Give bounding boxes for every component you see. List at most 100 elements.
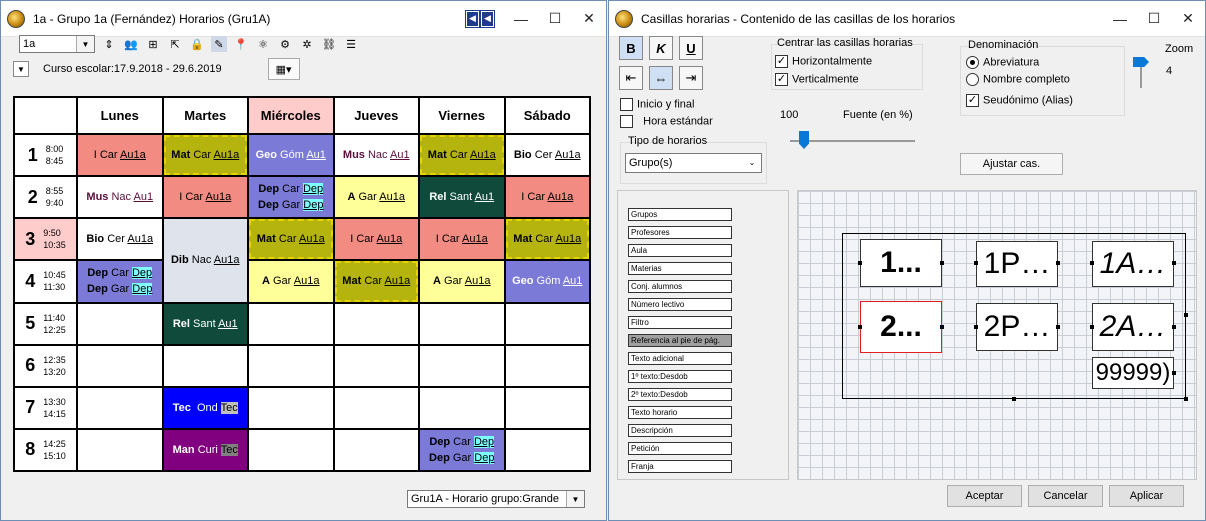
empty-cell[interactable]: [247, 301, 335, 346]
nav-prev-icon[interactable]: ◀: [465, 9, 480, 28]
empty-cell[interactable]: [503, 427, 591, 473]
lesson-cell[interactable]: A Gar Au1a: [247, 259, 335, 304]
view-format-select[interactable]: Gru1A - Horario grupo:Grande ▼: [407, 490, 585, 508]
lesson-cell[interactable]: I Car Au1a: [332, 217, 420, 262]
empty-cell[interactable]: [332, 427, 420, 473]
lesson-cell[interactable]: Bio Cer Au1a: [76, 217, 164, 262]
lesson-cell[interactable]: Mat Car Au1a: [503, 217, 591, 262]
list-item[interactable]: Franja: [628, 460, 732, 473]
preview-box[interactable]: 1P…: [976, 241, 1058, 287]
gear-icon[interactable]: ✲: [299, 36, 315, 52]
preview-box-selected[interactable]: 2...: [860, 301, 942, 353]
lesson-cell[interactable]: Tec Ond Tec: [161, 385, 249, 430]
underline-button[interactable]: U: [679, 36, 703, 60]
empty-cell[interactable]: [76, 301, 164, 346]
maximize-button[interactable]: ☐: [1137, 10, 1171, 27]
preview-box[interactable]: 2A…: [1092, 303, 1174, 351]
dropdown-toggle-icon[interactable]: ▼: [13, 61, 29, 77]
lesson-cell[interactable]: Mus Nac Au1: [76, 175, 164, 220]
lesson-cell[interactable]: Rel Sant Au1: [418, 175, 506, 220]
empty-cell[interactable]: [503, 301, 591, 346]
people-icon[interactable]: 👥: [123, 36, 139, 52]
list-item[interactable]: Profesores: [628, 226, 732, 239]
preview-box[interactable]: 1A…: [1092, 241, 1174, 287]
empty-cell[interactable]: [418, 385, 506, 430]
class-select[interactable]: 1a ▼: [19, 35, 95, 53]
lesson-cell[interactable]: I Car Au1a: [76, 133, 164, 178]
standard-hour-checkbox[interactable]: Hora estándar: [620, 115, 713, 128]
align-bottom-icon[interactable]: ⇥: [679, 66, 703, 90]
empty-cell[interactable]: [76, 385, 164, 430]
empty-cell[interactable]: [503, 343, 591, 388]
lesson-cell[interactable]: Rel Sant Au1: [161, 301, 249, 346]
lesson-cell[interactable]: I Car Au1a: [161, 175, 249, 220]
lock-icon[interactable]: 🔒: [189, 36, 205, 52]
list-icon[interactable]: ☰: [343, 36, 359, 52]
list-item[interactable]: 2º texto:Desdob: [628, 388, 732, 401]
lesson-cell[interactable]: Geo Góm Au1: [503, 259, 591, 304]
align-middle-icon[interactable]: ⇔: [649, 66, 673, 90]
minimize-button[interactable]: —: [1103, 11, 1137, 27]
list-item[interactable]: Texto horario: [628, 406, 732, 419]
list-item[interactable]: Conj. alumnos: [628, 280, 732, 293]
empty-cell[interactable]: [503, 385, 591, 430]
list-item[interactable]: Descripción: [628, 424, 732, 437]
calendar-icon[interactable]: ▦▾: [267, 58, 300, 80]
preview-box[interactable]: 1...: [860, 239, 942, 287]
lesson-cell[interactable]: Dep Car Dep Dep Gar Dep: [76, 259, 164, 304]
nav-first-icon[interactable]: ◀: [480, 9, 495, 28]
lesson-cell[interactable]: Mat Car Au1a: [418, 133, 506, 178]
type-select[interactable]: Grupo(s) ⌄: [625, 153, 762, 173]
empty-cell[interactable]: [76, 427, 164, 473]
lesson-cell[interactable]: Dep Car Dep Dep Gar Dep: [418, 427, 506, 473]
list-item[interactable]: Filtro: [628, 316, 732, 329]
lesson-cell[interactable]: I Car Au1a: [418, 217, 506, 262]
vertical-checkbox[interactable]: ✓ Verticalmente: [775, 73, 859, 86]
close-button[interactable]: ✕: [1171, 10, 1205, 27]
lesson-cell[interactable]: Dep Car Dep Dep Gar Dep: [247, 175, 335, 220]
empty-cell[interactable]: [161, 343, 249, 388]
empty-cell[interactable]: [76, 343, 164, 388]
bold-button[interactable]: B: [619, 36, 643, 60]
list-item[interactable]: Grupos: [628, 208, 732, 221]
list-item[interactable]: Número lectivo: [628, 298, 732, 311]
accept-button[interactable]: Aceptar: [947, 485, 1022, 507]
horizontal-checkbox[interactable]: ✓ Horizontalmente: [775, 55, 872, 68]
minimize-button[interactable]: —: [504, 11, 538, 27]
adjust-button[interactable]: Ajustar cas.: [960, 153, 1063, 175]
abbreviation-radio[interactable]: Abreviatura: [966, 56, 1039, 69]
empty-cell[interactable]: [332, 343, 420, 388]
lesson-cell[interactable]: Mus Nac Au1: [332, 133, 420, 178]
list-item[interactable]: Aula: [628, 244, 732, 257]
maximize-button[interactable]: ☐: [538, 10, 572, 27]
settings-icon[interactable]: ⚙: [277, 36, 293, 52]
lesson-cell[interactable]: Mat Car Au1a: [332, 259, 420, 304]
pin-icon[interactable]: 📍: [233, 36, 249, 52]
empty-cell[interactable]: [332, 301, 420, 346]
pencil-icon[interactable]: ✎: [211, 36, 227, 52]
grid-add-icon[interactable]: ⊞: [145, 36, 161, 52]
molecule-icon[interactable]: ⚛: [255, 36, 271, 52]
start-end-checkbox[interactable]: Inicio y final: [620, 98, 694, 111]
empty-cell[interactable]: [332, 385, 420, 430]
preview-box[interactable]: 99999): [1092, 357, 1174, 389]
align-top-icon[interactable]: ⇤: [619, 66, 643, 90]
network-icon[interactable]: ⛓: [321, 36, 337, 52]
export-icon[interactable]: ⇱: [167, 36, 183, 52]
empty-cell[interactable]: [247, 343, 335, 388]
lesson-cell[interactable]: Bio Cer Au1a: [503, 133, 591, 178]
empty-cell[interactable]: [247, 385, 335, 430]
list-item[interactable]: Referencia al pie de pág.: [628, 334, 732, 347]
list-item[interactable]: 1º texto:Desdob: [628, 370, 732, 383]
spinner-icon[interactable]: ⇕: [101, 36, 117, 52]
empty-cell[interactable]: [418, 343, 506, 388]
alias-checkbox[interactable]: ✓ Seudónimo (Alias): [966, 94, 1073, 107]
list-item[interactable]: Materias: [628, 262, 732, 275]
preview-box[interactable]: 2P…: [976, 303, 1058, 351]
empty-cell[interactable]: [247, 427, 335, 473]
lesson-cell[interactable]: Geo Góm Au1: [247, 133, 335, 178]
fullname-radio[interactable]: Nombre completo: [966, 73, 1070, 86]
lesson-cell[interactable]: Dib Nac Au1a: [161, 217, 249, 304]
list-item[interactable]: Texto adicional: [628, 352, 732, 365]
lesson-cell[interactable]: Man Curi Tec: [161, 427, 249, 473]
